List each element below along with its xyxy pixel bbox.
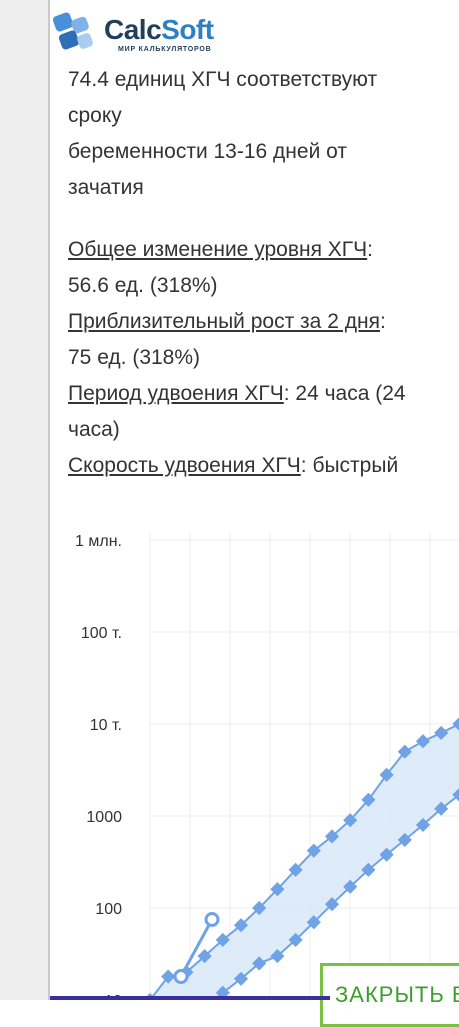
brand-name-part2: Soft xyxy=(161,14,214,45)
total-change-row: Общее изменение уровня ХГЧ: xyxy=(68,238,373,261)
result-line-1: 74.4 единиц ХГЧ соответствуют xyxy=(68,68,378,91)
doubling-speed-label: Скорость удвоения ХГЧ xyxy=(68,454,301,477)
doubling-speed-value: быстрый xyxy=(312,454,399,477)
doubling-period-value-cont: часа) xyxy=(68,418,120,441)
upper-series-line xyxy=(149,723,459,1000)
doubling-period-label: Период удвоения ХГЧ xyxy=(68,382,284,405)
measured-point xyxy=(204,911,220,927)
y-tick-label: 100 xyxy=(95,901,122,918)
bottom-accent-bar xyxy=(50,996,330,1000)
brand-name-part1: Calc xyxy=(104,14,162,45)
brand-name[interactable]: CalcSoft xyxy=(104,16,214,44)
y-tick-label: 100 т. xyxy=(81,625,122,642)
result-line-4: зачатия xyxy=(68,176,144,199)
calcsoft-logo-icon[interactable] xyxy=(48,8,100,56)
result-line-3: беременности 13-16 дней от xyxy=(68,140,347,163)
doubling-speed-row: Скорость удвоения ХГЧ: быстрый xyxy=(68,454,399,477)
result-text: 74.4 единиц ХГЧ соответствуют сроку бере… xyxy=(68,62,453,484)
growth-label: Приблизительный рост за 2 дня xyxy=(68,310,380,333)
measured-point xyxy=(173,969,189,985)
growth-value: 75 ед. (318%) xyxy=(68,346,201,369)
y-tick-label: 10 т. xyxy=(90,717,122,734)
close-button[interactable]: ЗАКРЫТЬ В xyxy=(320,963,459,1027)
result-line-2: сроку xyxy=(68,104,122,127)
left-gutter xyxy=(0,0,50,1000)
doubling-period-value: 24 часа (24 xyxy=(295,382,406,405)
brand-tagline: МИР КАЛЬКУЛЯТОРОВ xyxy=(118,46,212,53)
total-change-label: Общее изменение уровня ХГЧ xyxy=(68,238,368,261)
site-header: CalcSoft МИР КАЛЬКУЛЯТОРОВ xyxy=(0,0,459,62)
y-tick-label: 1 млн. xyxy=(75,533,122,550)
total-change-value: 56.6 ед. (318%) xyxy=(68,274,218,297)
range-band xyxy=(150,724,459,1000)
y-tick-label: 1000 xyxy=(86,809,122,826)
hcg-chart: 1 млн.100 т.10 т.100010010 xyxy=(75,532,459,1000)
doubling-period-row: Период удвоения ХГЧ: 24 часа (24 xyxy=(68,382,406,405)
growth-row: Приблизительный рост за 2 дня: xyxy=(68,310,386,333)
